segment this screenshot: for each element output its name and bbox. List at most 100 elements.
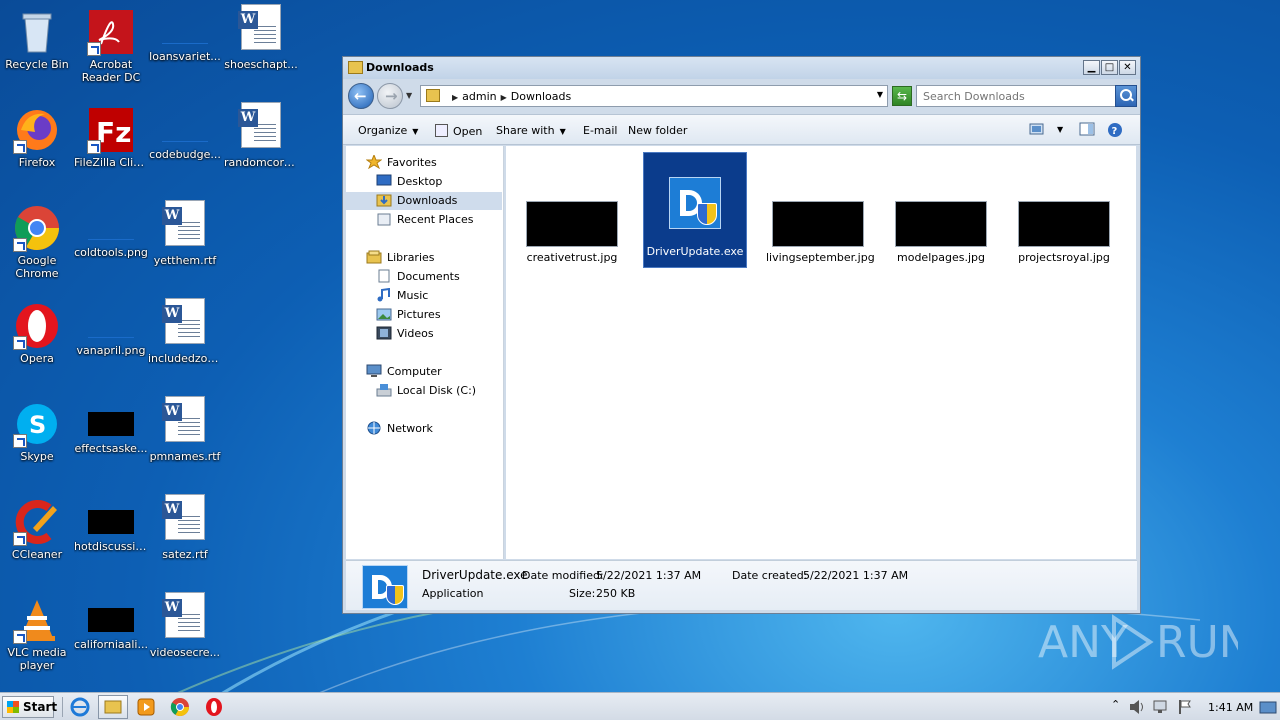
organize-button[interactable]: Organize ▼ bbox=[358, 124, 418, 137]
address-row: ← → ▼ ▶ admin ▶ Downloads ▼ ⇆ bbox=[346, 82, 1137, 110]
desktop-icon-pmnames[interactable]: W pmnames.rtf bbox=[148, 394, 222, 484]
desktop-icon-vlc[interactable]: VLC media player bbox=[0, 590, 74, 680]
show-desktop-button[interactable] bbox=[1258, 697, 1278, 717]
desktop-icon-videosecre[interactable]: W videosecre... bbox=[148, 590, 222, 680]
start-button[interactable]: Start bbox=[2, 696, 57, 718]
file-item-creativetrust[interactable]: creativetrust.jpg bbox=[520, 153, 624, 269]
desktop-icon-vanapril[interactable]: vanapril.png bbox=[74, 296, 148, 386]
nav-pictures[interactable]: Pictures bbox=[376, 306, 441, 324]
search-input[interactable] bbox=[917, 86, 1107, 106]
clock[interactable]: 1:41 AM bbox=[1208, 701, 1253, 714]
media-player-icon[interactable] bbox=[136, 697, 156, 717]
recent-pages-dropdown[interactable]: ▼ bbox=[406, 91, 412, 100]
nav-music[interactable]: Music bbox=[376, 287, 428, 305]
folder-icon bbox=[426, 89, 440, 102]
nav-documents[interactable]: Documents bbox=[376, 268, 460, 286]
desktop-icon-coldtools[interactable]: coldtools.png bbox=[74, 198, 148, 288]
volume-icon[interactable] bbox=[1128, 698, 1148, 718]
address-dropdown-icon[interactable]: ▼ bbox=[877, 90, 883, 99]
word-document-icon: W bbox=[162, 592, 205, 638]
nav-videos[interactable]: Videos bbox=[376, 325, 434, 343]
anyrun-watermark: ANY RUN bbox=[1038, 612, 1252, 672]
nav-computer[interactable]: Computer bbox=[366, 363, 442, 381]
desktop-icon-hotdiscussio[interactable]: hotdiscussio... bbox=[74, 492, 148, 582]
chevron-right-icon[interactable]: ▶ bbox=[452, 93, 458, 102]
help-icon[interactable]: ? bbox=[1107, 122, 1123, 137]
desktop-icon-acrobat-reader[interactable]: Acrobat Reader DC bbox=[74, 2, 148, 92]
search-box[interactable] bbox=[916, 85, 1137, 107]
shortcut-arrow-icon bbox=[13, 630, 27, 644]
image-thumbnail bbox=[162, 118, 208, 142]
network-icon bbox=[366, 421, 382, 435]
maximize-button[interactable]: □ bbox=[1101, 60, 1118, 75]
forward-button[interactable]: → bbox=[377, 83, 403, 109]
share-with-button[interactable]: Share with ▼ bbox=[496, 124, 566, 137]
word-document-icon: W bbox=[162, 298, 205, 344]
new-folder-button[interactable]: New folder bbox=[628, 124, 687, 137]
details-size-label: Size: bbox=[569, 587, 596, 600]
nav-recent-places[interactable]: Recent Places bbox=[376, 211, 474, 229]
refresh-button[interactable]: ⇆ bbox=[892, 86, 912, 106]
desktop-icon-californiaali[interactable]: californiaali... bbox=[74, 590, 148, 680]
address-bar[interactable]: ▶ admin ▶ Downloads ▼ bbox=[420, 85, 888, 107]
opera-icon[interactable] bbox=[204, 697, 224, 717]
breadcrumb-admin[interactable]: admin bbox=[462, 90, 496, 103]
taskbar-explorer-button[interactable] bbox=[98, 695, 128, 719]
desktop-icon-satez[interactable]: W satez.rtf bbox=[148, 492, 222, 582]
breadcrumb-downloads[interactable]: Downloads bbox=[511, 90, 571, 103]
open-button[interactable]: Open bbox=[435, 124, 482, 138]
image-thumbnail bbox=[162, 20, 208, 44]
email-button[interactable]: E-mail bbox=[583, 124, 618, 137]
desktop-icon-randomcore[interactable]: W randomcore... bbox=[224, 100, 298, 190]
title-bar[interactable]: Downloads ▁ □ ✕ bbox=[343, 57, 1140, 79]
desktop-icon-recycle-bin[interactable]: Recycle Bin bbox=[0, 2, 74, 92]
nav-libraries[interactable]: Libraries bbox=[366, 249, 435, 267]
word-document-icon: W bbox=[162, 494, 205, 540]
star-icon bbox=[365, 153, 383, 170]
taskbar: Start ⌃ 1:41 AM bbox=[0, 692, 1280, 720]
libraries-icon bbox=[366, 250, 382, 264]
desktop-icon-effectsaske[interactable]: effectsaske... bbox=[74, 394, 148, 484]
image-thumbnail bbox=[526, 201, 618, 247]
image-thumbnail bbox=[772, 201, 864, 247]
chevron-right-icon[interactable]: ▶ bbox=[501, 93, 507, 102]
image-thumbnail bbox=[88, 608, 134, 632]
image-thumbnail bbox=[88, 216, 134, 240]
minimize-button[interactable]: ▁ bbox=[1083, 60, 1100, 75]
network-status-icon[interactable] bbox=[1152, 698, 1172, 718]
desktop-icon-ccleaner[interactable]: CCleaner bbox=[0, 492, 74, 582]
show-hidden-icons-button[interactable]: ⌃ bbox=[1111, 698, 1120, 711]
file-item-projectsroyal[interactable]: projectsroyal.jpg bbox=[1012, 153, 1116, 269]
close-button[interactable]: ✕ bbox=[1119, 60, 1136, 75]
desktop-icon-opera[interactable]: Opera bbox=[0, 296, 74, 386]
view-dropdown-icon[interactable]: ▼ bbox=[1057, 125, 1063, 134]
desktop-icon-yetthem[interactable]: W yetthem.rtf bbox=[148, 198, 222, 288]
action-center-flag-icon[interactable] bbox=[1176, 698, 1196, 718]
preview-pane-icon[interactable] bbox=[1079, 122, 1095, 136]
desktop-icon-includedzon[interactable]: W includedzon... bbox=[148, 296, 222, 386]
chrome-icon[interactable] bbox=[170, 697, 190, 717]
file-item-livingseptember[interactable]: livingseptember.jpg bbox=[766, 153, 875, 269]
desktop-icon-skype[interactable]: S Skype bbox=[0, 394, 74, 484]
uac-shield-icon bbox=[386, 585, 404, 605]
file-item-modelpages[interactable]: modelpages.jpg bbox=[889, 153, 993, 269]
desktop-icon-shoeschapt[interactable]: W shoeschapt... bbox=[224, 2, 298, 92]
filezilla-icon: Fz bbox=[87, 106, 135, 154]
desktop-icon-firefox[interactable]: Firefox bbox=[0, 100, 74, 190]
file-list[interactable]: creativetrust.jpg DriverUpdate.exe livin… bbox=[506, 146, 1136, 559]
nav-desktop[interactable]: Desktop bbox=[376, 173, 442, 191]
explorer-window[interactable]: Downloads ▁ □ ✕ ← → ▼ ▶ admin ▶ Downloads ▼… bbox=[342, 56, 1141, 614]
nav-favorites[interactable]: Favorites bbox=[365, 153, 437, 172]
internet-explorer-icon[interactable] bbox=[70, 697, 90, 717]
nav-local-disk[interactable]: Local Disk (C:) bbox=[376, 382, 476, 400]
desktop-icon-google-chrome[interactable]: Google Chrome bbox=[0, 198, 74, 288]
back-button[interactable]: ← bbox=[348, 83, 374, 109]
desktop-icon-filezilla[interactable]: Fz FileZilla Client bbox=[74, 100, 148, 190]
desktop-icon-codebudge[interactable]: codebudge... bbox=[148, 100, 222, 190]
file-item-driverupdate[interactable]: DriverUpdate.exe bbox=[643, 152, 747, 268]
search-icon[interactable] bbox=[1115, 85, 1137, 107]
nav-downloads[interactable]: Downloads bbox=[376, 192, 457, 210]
change-view-icon[interactable] bbox=[1029, 122, 1045, 136]
desktop-icon-loansvariet[interactable]: loansvariet... bbox=[148, 2, 222, 92]
nav-network[interactable]: Network bbox=[366, 420, 433, 438]
